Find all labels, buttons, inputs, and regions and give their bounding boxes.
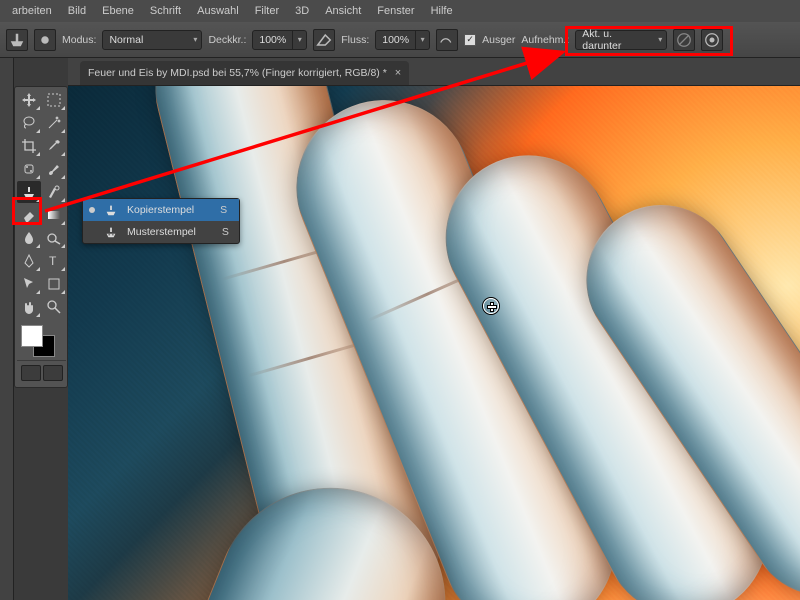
pressure-size-icon[interactable]: [701, 29, 723, 51]
document-tab-bar: Feuer und Eis by MDI.psd bei 55,7% (Fing…: [68, 58, 800, 86]
airbrush-icon[interactable]: [436, 29, 458, 51]
clone-stamp-tool[interactable]: [17, 181, 41, 203]
screenmode-button[interactable]: [43, 365, 63, 381]
fluss-label: Fluss:: [341, 34, 369, 46]
ignore-adjust-icon[interactable]: [673, 29, 695, 51]
fluss-stepper[interactable]: ▾: [416, 30, 430, 50]
menu-ebene[interactable]: Ebene: [94, 5, 142, 17]
deckkr-value[interactable]: 100%: [252, 30, 293, 50]
clone-source-cursor-icon: [483, 298, 499, 314]
flyout-item-musterstempel[interactable]: Musterstempel S: [83, 221, 239, 243]
deckkr-stepper[interactable]: ▾: [293, 30, 307, 50]
menu-filter[interactable]: Filter: [247, 5, 287, 17]
blur-tool[interactable]: [17, 227, 41, 249]
document-canvas[interactable]: [68, 86, 800, 600]
brush-tool[interactable]: [42, 158, 66, 180]
ausger-label: Ausger: [482, 34, 515, 46]
flyout-item-label: Kopierstempel: [127, 204, 194, 216]
hand-tool[interactable]: [17, 296, 41, 318]
gradient-tool[interactable]: [42, 204, 66, 226]
menu-ansicht[interactable]: Ansicht: [317, 5, 369, 17]
menu-schrift[interactable]: Schrift: [142, 5, 189, 17]
menu-fenster[interactable]: Fenster: [369, 5, 422, 17]
panel-strip: [0, 58, 14, 600]
quickmask-mode-button[interactable]: [21, 365, 41, 381]
menu-auswahl[interactable]: Auswahl: [189, 5, 247, 17]
menu-bar: arbeiten Bild Ebene Schrift Auswahl Filt…: [0, 0, 800, 22]
lasso-tool[interactable]: [17, 112, 41, 134]
flyout-item-key: S: [222, 226, 229, 238]
options-bar: Modus: Normal Deckkr.: 100%▾ Fluss: 100%…: [0, 22, 800, 58]
toolbox: T: [14, 86, 68, 388]
menu-arbeiten[interactable]: arbeiten: [4, 5, 60, 17]
close-icon[interactable]: ×: [395, 67, 401, 79]
menu-bild[interactable]: Bild: [60, 5, 94, 17]
crop-tool[interactable]: [17, 135, 41, 157]
menu-hilfe[interactable]: Hilfe: [423, 5, 461, 17]
fluss-value[interactable]: 100%: [375, 30, 416, 50]
foreground-swatch[interactable]: [21, 325, 43, 347]
color-swatches[interactable]: [17, 323, 66, 359]
ausger-check[interactable]: ✓: [464, 34, 476, 46]
pen-tool[interactable]: [17, 250, 41, 272]
type-tool[interactable]: T: [42, 250, 66, 272]
pressure-opacity-icon[interactable]: [313, 29, 335, 51]
move-tool[interactable]: [17, 89, 41, 111]
shape-tool[interactable]: [42, 273, 66, 295]
tool-preset-icon[interactable]: [6, 29, 28, 51]
modus-label: Modus:: [62, 34, 96, 46]
menu-3d[interactable]: 3D: [287, 5, 317, 17]
pattern-stamp-icon: [103, 225, 119, 239]
history-brush-tool[interactable]: [42, 181, 66, 203]
flyout-item-kopierstempel[interactable]: Kopierstempel S: [83, 199, 239, 221]
dodge-tool[interactable]: [42, 227, 66, 249]
modus-select[interactable]: Normal: [102, 30, 202, 50]
healing-brush-tool[interactable]: [17, 158, 41, 180]
tool-flyout: Kopierstempel S Musterstempel S: [82, 198, 240, 244]
magic-wand-tool[interactable]: [42, 112, 66, 134]
path-select-tool[interactable]: [17, 273, 41, 295]
zoom-tool[interactable]: [42, 296, 66, 318]
document-tab-title: Feuer und Eis by MDI.psd bei 55,7% (Fing…: [88, 67, 387, 79]
clone-stamp-icon: [103, 203, 119, 217]
marquee-tool[interactable]: [42, 89, 66, 111]
aufnehm-label: Aufnehm.:: [521, 34, 569, 46]
deckkr-label: Deckkr.:: [208, 34, 246, 46]
eraser-tool[interactable]: [17, 204, 41, 226]
flyout-item-key: S: [220, 204, 227, 216]
document-tab[interactable]: Feuer und Eis by MDI.psd bei 55,7% (Fing…: [80, 61, 409, 85]
document-image: [68, 86, 800, 600]
svg-text:T: T: [49, 254, 57, 268]
flyout-item-label: Musterstempel: [127, 226, 196, 238]
brush-preset-icon[interactable]: [34, 29, 56, 51]
aufnehm-select[interactable]: Akt. u. darunter: [575, 30, 667, 50]
eyedropper-tool[interactable]: [42, 135, 66, 157]
